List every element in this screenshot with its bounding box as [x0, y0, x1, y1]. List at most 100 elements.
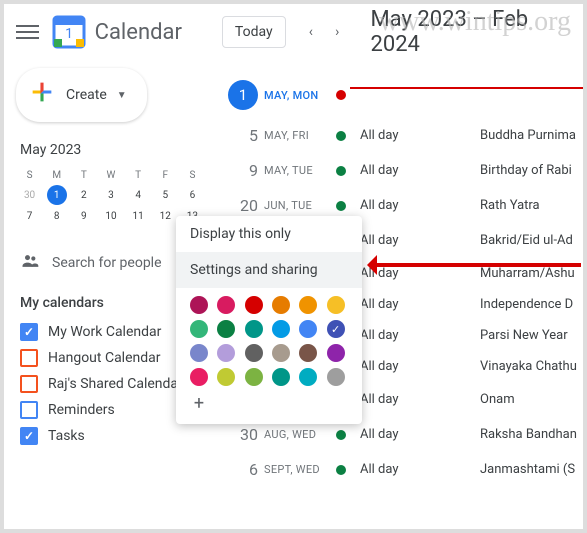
- mini-cal-day[interactable]: 7: [16, 206, 43, 227]
- event-date-number: 6: [220, 460, 264, 479]
- now-dot: [336, 90, 346, 100]
- svg-text:1: 1: [65, 26, 73, 42]
- mini-cal-day-header: T: [125, 166, 152, 185]
- event-time: All day: [360, 233, 420, 248]
- color-swatch[interactable]: [217, 296, 235, 314]
- create-button[interactable]: Create ▼: [16, 68, 147, 122]
- mini-cal-day[interactable]: 10: [97, 206, 124, 227]
- color-swatch[interactable]: [272, 320, 290, 338]
- event-row[interactable]: 6SEPT, WEDAll dayJanmashtami (S: [220, 452, 583, 487]
- event-time: All day: [360, 328, 420, 343]
- event-title: Vinayaka Chathu: [480, 359, 577, 374]
- mini-cal-day-header: M: [43, 166, 70, 185]
- event-date-text: AUG, WED: [264, 428, 336, 441]
- calendar-context-menu: Display this only Settings and sharing +: [176, 216, 362, 424]
- mini-cal-day[interactable]: 11: [125, 206, 152, 227]
- event-time: All day: [360, 163, 420, 178]
- color-swatch[interactable]: [245, 344, 263, 362]
- menu-item-settings-sharing[interactable]: Settings and sharing: [176, 252, 362, 288]
- menu-item-display-only[interactable]: Display this only: [176, 216, 362, 252]
- event-title: Janmashtami (S: [480, 462, 575, 477]
- event-title: Raksha Bandhan: [480, 427, 577, 442]
- mini-cal-day[interactable]: 1: [47, 185, 67, 205]
- calendar-label: Hangout Calendar: [48, 350, 161, 366]
- calendar-checkbox[interactable]: [20, 323, 38, 341]
- mini-cal-day[interactable]: 4: [125, 185, 152, 206]
- watermark: www.wintips.org: [379, 6, 571, 38]
- color-swatch[interactable]: [272, 368, 290, 386]
- color-swatch[interactable]: [299, 296, 317, 314]
- color-picker: [176, 288, 362, 390]
- event-title: Buddha Purnima: [480, 128, 576, 143]
- color-swatch[interactable]: [327, 368, 345, 386]
- event-time: All day: [360, 392, 420, 407]
- color-swatch[interactable]: [272, 344, 290, 362]
- mini-cal-day[interactable]: 6: [179, 185, 206, 206]
- event-date-text: JUN, TUE: [264, 199, 336, 212]
- create-label: Create: [66, 87, 107, 103]
- event-date-text: MAY, TUE: [264, 164, 336, 177]
- color-swatch[interactable]: [190, 344, 208, 362]
- event-row[interactable]: 9MAY, TUEAll dayBirthday of Rabi: [220, 153, 583, 188]
- calendar-checkbox[interactable]: [20, 375, 38, 393]
- search-people-placeholder: Search for people: [52, 255, 162, 271]
- calendar-list-item[interactable]: Tasks: [16, 423, 220, 449]
- color-swatch[interactable]: [299, 320, 317, 338]
- people-icon: [20, 251, 40, 275]
- event-row[interactable]: 5MAY, FRIAll dayBuddha Purnima: [220, 118, 583, 153]
- event-title: Muharram/Ashu: [480, 266, 575, 281]
- add-custom-color-button[interactable]: +: [190, 394, 208, 412]
- color-swatch[interactable]: [245, 296, 263, 314]
- color-swatch[interactable]: [272, 296, 290, 314]
- color-swatch[interactable]: [190, 368, 208, 386]
- calendar-label: Raj's Shared Calendar: [48, 376, 183, 392]
- color-swatch[interactable]: [245, 368, 263, 386]
- prev-period-button[interactable]: ‹: [298, 18, 324, 46]
- mini-cal-day[interactable]: 8: [43, 206, 70, 227]
- mini-cal-day[interactable]: 12: [152, 206, 179, 227]
- event-title: Bakrid/Eid ul-Ad: [480, 233, 573, 248]
- calendar-checkbox[interactable]: [20, 349, 38, 367]
- today-button[interactable]: Today: [222, 16, 286, 48]
- mini-cal-day-header: T: [70, 166, 97, 185]
- color-swatch[interactable]: [217, 344, 235, 362]
- event-row[interactable]: 1MAY, MON: [220, 72, 583, 118]
- hamburger-menu-icon[interactable]: [16, 20, 39, 44]
- event-color-dot: [336, 131, 346, 141]
- color-swatch[interactable]: [190, 296, 208, 314]
- color-swatch[interactable]: [217, 320, 235, 338]
- mini-cal-day[interactable]: 5: [152, 185, 179, 206]
- color-swatch[interactable]: [299, 368, 317, 386]
- event-title: Birthday of Rabi: [480, 163, 572, 178]
- mini-cal-day[interactable]: 9: [70, 206, 97, 227]
- event-date-number: 30: [220, 425, 264, 444]
- calendar-label: My Work Calendar: [48, 324, 161, 340]
- calendar-checkbox[interactable]: [20, 427, 38, 445]
- event-time: All day: [360, 198, 420, 213]
- event-date-number: 1: [220, 80, 264, 110]
- color-swatch[interactable]: [327, 296, 345, 314]
- mini-cal-day[interactable]: 3: [97, 185, 124, 206]
- color-swatch[interactable]: [299, 344, 317, 362]
- color-swatch[interactable]: [327, 320, 345, 338]
- event-time: All day: [360, 297, 420, 312]
- event-time: All day: [360, 427, 420, 442]
- calendar-label: Reminders: [48, 402, 115, 418]
- event-date-text: MAY, MON: [264, 89, 336, 102]
- mini-cal-day[interactable]: 2: [70, 185, 97, 206]
- color-swatch[interactable]: [245, 320, 263, 338]
- color-swatch[interactable]: [217, 368, 235, 386]
- mini-cal-day-header: S: [16, 166, 43, 185]
- plus-icon: [28, 78, 56, 112]
- color-swatch[interactable]: [327, 344, 345, 362]
- event-color-dot: [336, 201, 346, 211]
- event-title: Independence D: [480, 297, 573, 312]
- event-color-dot: [336, 430, 346, 440]
- next-period-button[interactable]: ›: [324, 18, 350, 46]
- mini-cal-day[interactable]: 30: [16, 185, 43, 206]
- color-swatch[interactable]: [190, 320, 208, 338]
- calendar-checkbox[interactable]: [20, 401, 38, 419]
- mini-cal-day-header: W: [97, 166, 124, 185]
- mini-cal-day-header: S: [179, 166, 206, 185]
- app-title: Calendar: [95, 20, 182, 45]
